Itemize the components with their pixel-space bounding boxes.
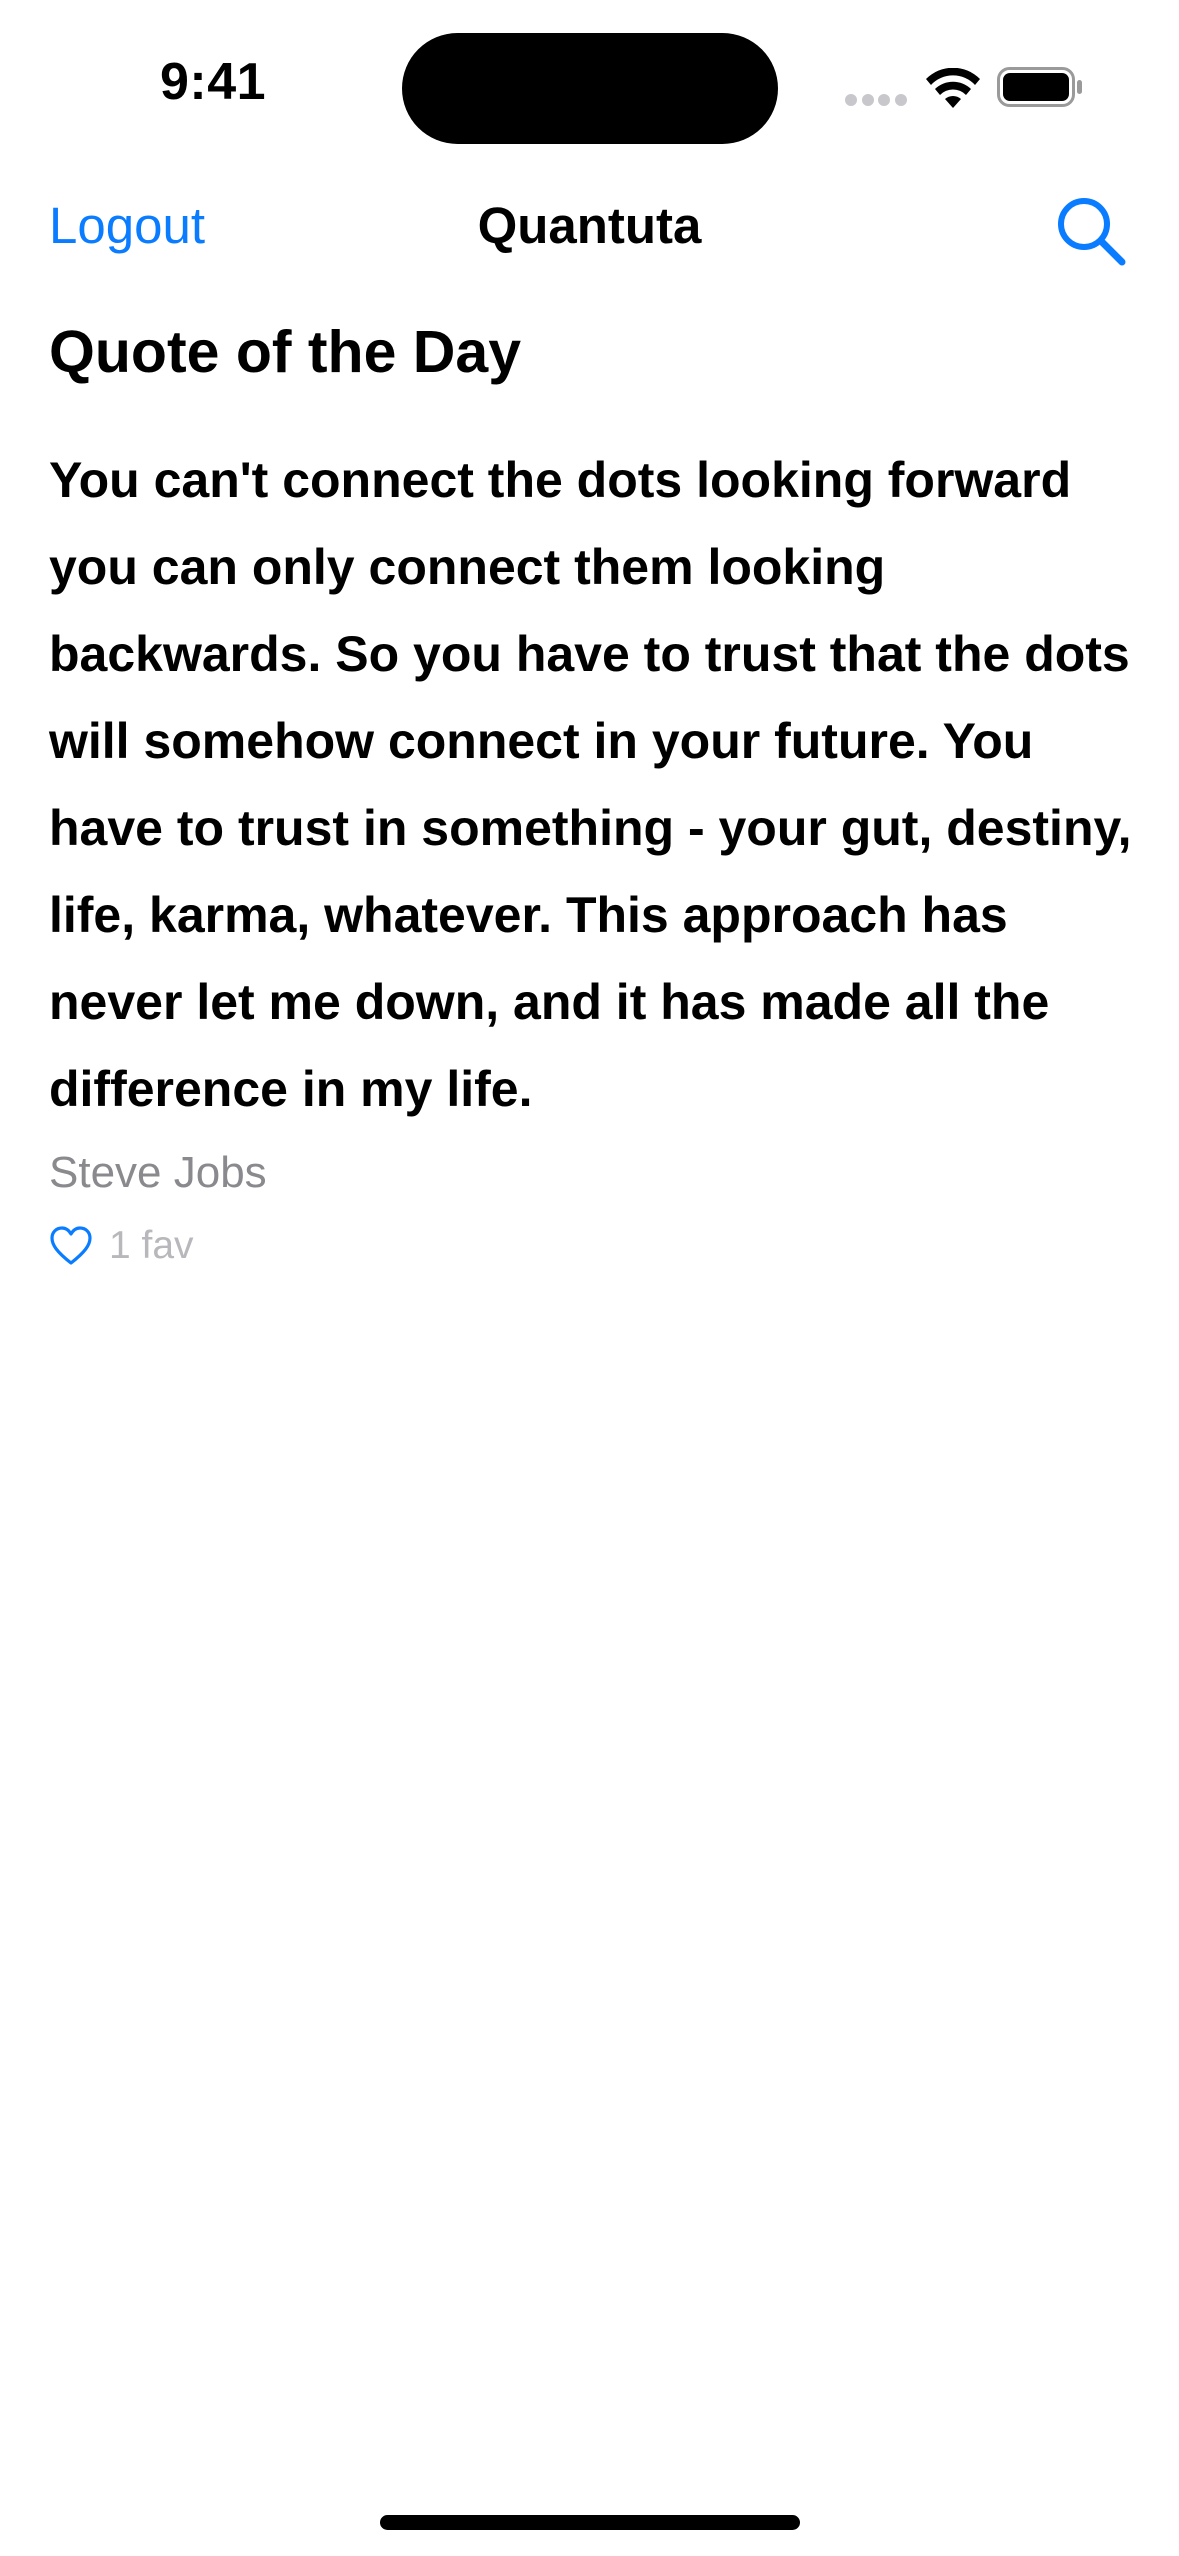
fav-count: 1 fav [109,1224,194,1267]
status-time: 9:41 [160,53,267,111]
home-indicator[interactable] [380,2515,800,2530]
section-title: Quote of the Day [49,319,522,385]
search-icon[interactable] [1055,195,1127,267]
dynamic-island [402,33,778,144]
fav-row: 1 fav [49,1220,194,1272]
logout-button[interactable]: Logout [49,196,205,255]
battery-icon [997,67,1082,107]
quote-text: You can't connect the dots looking forwa… [49,452,1132,1117]
wifi-icon [926,68,980,108]
quote-author: Steve Jobs [49,1148,267,1197]
heart-icon[interactable] [49,1224,93,1268]
signal-icon [845,94,907,106]
